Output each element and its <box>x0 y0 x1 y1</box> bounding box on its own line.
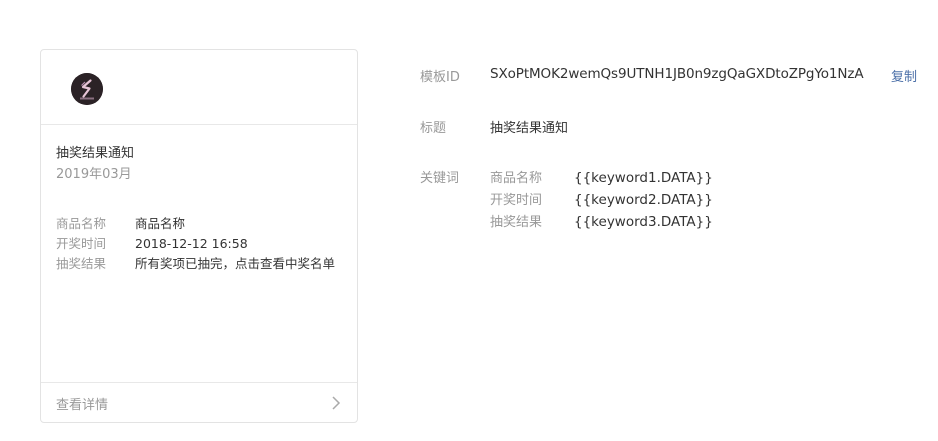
message-preview-card: 抽奖结果通知 2019年03月 商品名称 商品名称 开奖时间 2018-12-12 … <box>40 49 358 423</box>
field-row: 抽奖结果 所有奖项已抽完，点击查看中奖名单 <box>56 253 335 272</box>
keyword-row: 开奖时间 {{keyword2.DATA}} <box>490 189 713 208</box>
view-details-row[interactable]: 查看详情 <box>41 382 357 422</box>
keyword-row: 抽奖结果 {{keyword3.DATA}} <box>490 211 713 230</box>
view-details-link[interactable]: 查看详情 <box>56 394 108 413</box>
field-value: 所有奖项已抽完，点击查看中奖名单 <box>135 256 336 271</box>
keywords-label: 关键词 <box>420 171 460 186</box>
template-id-value: SXoPtMOK2wemQs9UTNH1JB0n9zgQaGXDtoZPgYo1… <box>490 66 864 82</box>
template-id-label: 模板ID <box>420 70 460 85</box>
keyword-value: {{keyword3.DATA}} <box>574 214 713 230</box>
card-header <box>41 50 357 125</box>
keyword-name: 开奖时间 <box>490 193 543 208</box>
keyword-value: {{keyword2.DATA}} <box>574 192 713 208</box>
logo-s-icon <box>71 73 103 105</box>
card-date: 2019年03月 <box>56 167 132 182</box>
field-value: 商品名称 <box>135 216 186 231</box>
field-key: 商品名称 <box>56 216 107 231</box>
field-row: 商品名称 商品名称 <box>56 213 185 232</box>
field-key: 抽奖结果 <box>56 256 107 271</box>
card-title: 抽奖结果通知 <box>56 146 135 161</box>
field-value: 2018-12-12 16:58 <box>135 236 248 251</box>
keyword-row: 商品名称 {{keyword1.DATA}} <box>490 167 713 186</box>
field-row: 开奖时间 2018-12-12 16:58 <box>56 233 248 252</box>
keyword-value: {{keyword1.DATA}} <box>574 170 713 186</box>
chevron-right-icon <box>331 395 341 414</box>
keyword-name: 商品名称 <box>490 171 543 186</box>
title-label: 标题 <box>420 121 447 136</box>
title-value: 抽奖结果通知 <box>490 121 569 136</box>
copy-button[interactable]: 复制 <box>891 66 917 85</box>
keyword-name: 抽奖结果 <box>490 215 543 230</box>
field-key: 开奖时间 <box>56 236 107 251</box>
